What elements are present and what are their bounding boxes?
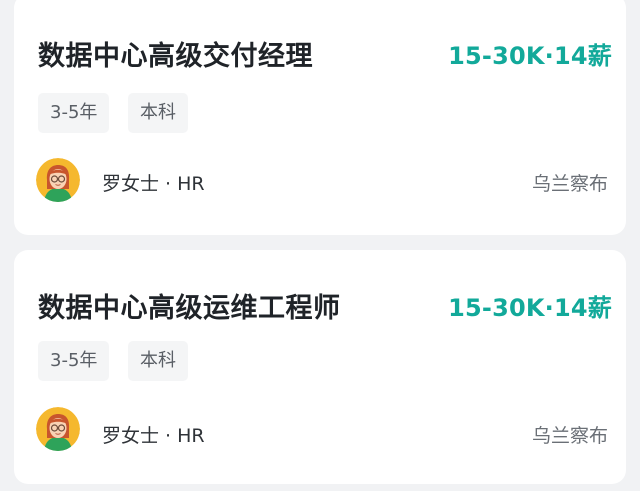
education-tag: 本科 [128, 341, 188, 381]
job-card[interactable]: 数据中心高级运维工程师 15-30K·14薪 3-5年 本科 罗女士 · HR … [14, 250, 626, 484]
experience-tag: 3-5年 [38, 93, 110, 133]
salary-range: 15-30K·14薪 [448, 42, 612, 70]
job-location: 乌兰察布 [531, 173, 608, 195]
recruiter-avatar-icon [36, 407, 80, 451]
education-tag: 本科 [128, 93, 188, 133]
job-location: 乌兰察布 [531, 425, 608, 447]
recruiter-name: 罗女士 · HR [102, 425, 205, 447]
salary-range: 15-30K·14薪 [448, 294, 612, 322]
job-card[interactable]: 数据中心高级交付经理 15-30K·14薪 3-5年 本科 罗女士 · HR 乌… [14, 0, 626, 235]
job-title: 数据中心高级交付经理 [38, 41, 313, 72]
job-title: 数据中心高级运维工程师 [38, 293, 341, 324]
experience-tag: 3-5年 [38, 341, 110, 381]
recruiter-avatar-icon [36, 158, 80, 202]
recruiter-name: 罗女士 · HR [102, 173, 205, 195]
